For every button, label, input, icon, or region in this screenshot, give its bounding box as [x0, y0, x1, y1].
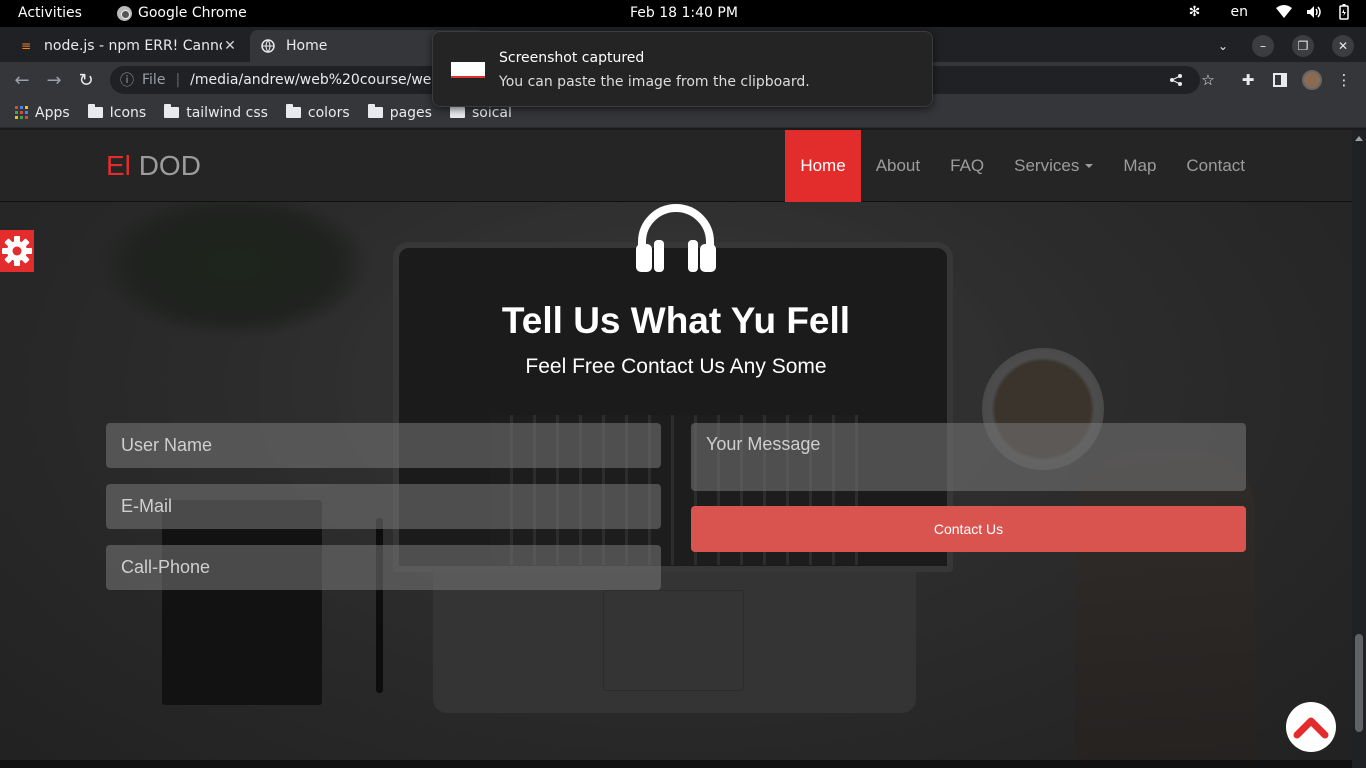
- nav-services[interactable]: Services: [999, 130, 1108, 202]
- scrollbar-thumb[interactable]: [1355, 634, 1363, 732]
- bookmark-folder-tailwind[interactable]: tailwind css: [164, 104, 268, 121]
- notification-body: You can paste the image from the clipboa…: [499, 74, 810, 90]
- stackoverflow-icon: ≡: [20, 39, 32, 53]
- globe-icon: [260, 38, 276, 54]
- system-tray[interactable]: ✻ en: [1187, 4, 1366, 20]
- logo-text: DOD: [138, 150, 201, 181]
- volume-icon: [1306, 4, 1322, 20]
- system-top-bar: Activities Google Chrome Feb 18 1:40 PM …: [0, 0, 1366, 27]
- side-panel-icon[interactable]: [1270, 70, 1290, 90]
- tab-search-icon[interactable]: ⌄: [1212, 35, 1234, 57]
- tab-title: node.js - npm ERR! Cannot: [44, 38, 222, 54]
- email-input[interactable]: [106, 484, 661, 529]
- wifi-icon: [1276, 4, 1292, 20]
- logo-accent: El: [106, 150, 131, 181]
- nav-contact[interactable]: Contact: [1171, 130, 1260, 202]
- screenshot-thumbnail: [451, 62, 485, 78]
- bookmark-label: tailwind css: [186, 104, 268, 121]
- extensions-icon[interactable]: ✚: [1238, 70, 1258, 90]
- nav-services-label: Services: [1014, 156, 1080, 175]
- web-page: El DOD Home About FAQ Services Map Conta…: [0, 130, 1352, 768]
- settings-gear-button[interactable]: [0, 230, 34, 272]
- folder-icon: [87, 104, 103, 118]
- clock[interactable]: Feb 18 1:40 PM: [630, 5, 738, 21]
- back-icon[interactable]: ←: [10, 68, 34, 92]
- share-icon[interactable]: [1166, 70, 1186, 90]
- hero-subtitle: Feel Free Contact Us Any Some: [525, 355, 827, 378]
- message-textarea[interactable]: [691, 423, 1246, 491]
- activities-button[interactable]: Activities: [18, 5, 82, 21]
- screenshot-notification[interactable]: Screenshot captured You can paste the im…: [432, 31, 933, 107]
- headphones-icon: [634, 204, 718, 280]
- nav-home[interactable]: Home: [785, 130, 861, 202]
- scheme-label: File: [142, 72, 166, 88]
- gear-icon: [2, 236, 32, 266]
- bookmark-label: pages: [389, 104, 432, 121]
- scroll-up-arrow-icon[interactable]: [1355, 136, 1363, 141]
- caret-down-icon: [1085, 164, 1094, 168]
- url-text: /media/andrew/web%20course/web/Pr: [190, 72, 459, 88]
- chevron-up-icon: [1293, 717, 1329, 739]
- bookmark-star-icon[interactable]: ☆: [1198, 70, 1218, 90]
- folder-icon: [285, 104, 301, 118]
- profile-avatar[interactable]: [1302, 70, 1322, 90]
- username-input[interactable]: [106, 423, 661, 468]
- apps-grid-icon: [15, 106, 28, 119]
- nav-about[interactable]: About: [861, 130, 935, 202]
- main-nav: Home About FAQ Services Map Contact: [785, 130, 1260, 202]
- bookmark-apps[interactable]: Apps: [15, 105, 70, 121]
- close-tab-icon[interactable]: ✕: [222, 38, 238, 54]
- folder-icon: [449, 104, 465, 118]
- folder-icon: [367, 104, 383, 118]
- site-logo[interactable]: El DOD: [106, 150, 201, 182]
- bookmark-label: Apps: [35, 104, 70, 121]
- scroll-to-top-button[interactable]: [1286, 702, 1336, 752]
- tab-npm-error[interactable]: ≡ node.js - npm ERR! Cannot ✕: [8, 30, 248, 62]
- chrome-icon: [117, 5, 132, 21]
- bookmark-folder-pages[interactable]: pages: [367, 104, 432, 121]
- battery-icon: [1336, 4, 1352, 20]
- app-name: Google Chrome: [138, 5, 247, 21]
- minimize-icon[interactable]: –: [1252, 35, 1274, 57]
- reload-icon[interactable]: ↻: [74, 68, 98, 92]
- menu-icon[interactable]: ⋮: [1334, 70, 1354, 90]
- nav-map[interactable]: Map: [1108, 130, 1171, 202]
- forward-icon[interactable]: →: [42, 68, 66, 92]
- bookmark-label: Icons: [109, 104, 147, 121]
- bookmark-folder-colors[interactable]: colors: [285, 104, 350, 121]
- bookmark-folder-icons[interactable]: Icons: [87, 104, 147, 121]
- phone-input[interactable]: [106, 545, 661, 590]
- contact-us-button[interactable]: Contact Us: [691, 506, 1246, 552]
- notification-title: Screenshot captured: [499, 50, 645, 66]
- app-menu[interactable]: Google Chrome: [117, 5, 247, 21]
- folder-icon: [164, 104, 180, 118]
- bottom-edge: [0, 760, 1352, 768]
- hero-title: Tell Us What Yu Fell: [501, 300, 851, 341]
- bookmark-label: colors: [307, 104, 350, 121]
- restore-icon[interactable]: ❐: [1292, 35, 1314, 57]
- input-language[interactable]: en: [1231, 4, 1249, 20]
- info-icon[interactable]: ⓘ: [120, 70, 134, 90]
- nav-faq[interactable]: FAQ: [935, 130, 999, 202]
- site-navbar: El DOD Home About FAQ Services Map Conta…: [0, 130, 1352, 202]
- slack-icon[interactable]: ✻: [1187, 4, 1203, 20]
- scheme-separator: |: [175, 72, 181, 88]
- close-window-icon[interactable]: ✕: [1332, 35, 1354, 57]
- page-scrollbar[interactable]: [1352, 130, 1366, 768]
